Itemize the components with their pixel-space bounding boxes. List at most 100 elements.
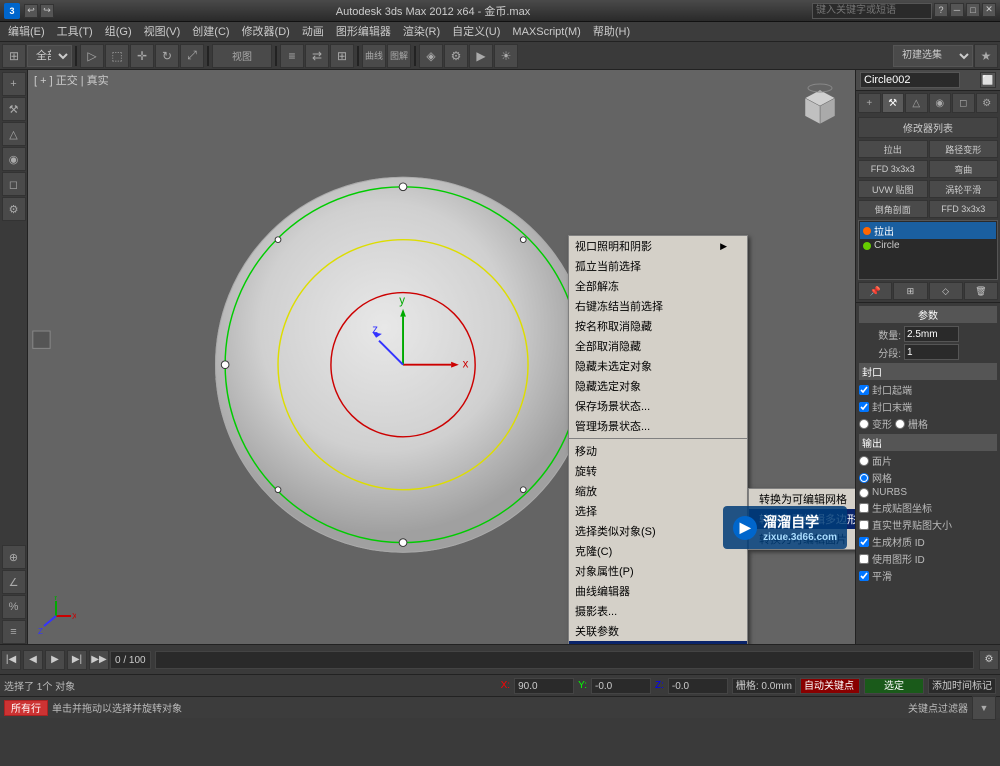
show-end-btn[interactable]: ⊞	[893, 282, 927, 300]
timeline-play-btn[interactable]: ▶	[45, 650, 65, 670]
align-btn[interactable]: ⊞	[330, 44, 354, 68]
object-name-input[interactable]: Circle002	[860, 72, 960, 88]
menu-render[interactable]: 渲染(R)	[397, 22, 446, 42]
help-btn[interactable]: ?	[934, 3, 948, 17]
remove-mod-btn[interactable]: 🗑	[964, 282, 998, 300]
ctx-unhide-name[interactable]: 按名称取消隐藏	[569, 316, 747, 336]
snaps-btn[interactable]: ⊕	[2, 545, 26, 569]
display-tab-btn[interactable]: ◻	[2, 172, 26, 196]
timeline-start-btn[interactable]: |◀	[1, 650, 21, 670]
undo-btn[interactable]: ↩	[24, 4, 38, 18]
scale-btn[interactable]: ⤢	[180, 44, 204, 68]
create-tab-btn[interactable]: +	[2, 72, 26, 96]
timeline-bar[interactable]	[155, 651, 974, 669]
count-input[interactable]	[904, 326, 959, 342]
build-select-dropdown[interactable]: 初建选集	[893, 45, 973, 67]
ctx-clone[interactable]: 克隆(C)	[569, 541, 747, 561]
material-editor-btn[interactable]: ◈	[419, 44, 443, 68]
mod-btn-ffd1[interactable]: FFD 3x3x3	[858, 160, 928, 178]
menu-customize[interactable]: 自定义(U)	[446, 22, 506, 42]
ctx-select-similar[interactable]: 选择类似对象(S)	[569, 521, 747, 541]
modifier-extrude-item[interactable]: 拉出	[860, 222, 996, 239]
add-time-marker[interactable]: 添加时间标记	[928, 678, 996, 694]
search-input[interactable]	[812, 3, 932, 19]
close-btn[interactable]: ✕	[982, 3, 996, 17]
gen-coords-checkbox[interactable]	[859, 503, 869, 513]
ctx-scale[interactable]: 缩放	[569, 481, 747, 501]
named-sel-btn[interactable]: ★	[974, 44, 998, 68]
motion-tab[interactable]: ◉	[929, 93, 952, 113]
menu-graph-editors[interactable]: 图形编辑器	[330, 22, 397, 42]
display-tab[interactable]: ◻	[952, 93, 975, 113]
mod-btn-bend[interactable]: 弯曲	[929, 160, 999, 178]
timeline-next-btn[interactable]: ▶|	[67, 650, 87, 670]
menu-group[interactable]: 组(G)	[99, 22, 138, 42]
x-field[interactable]: 90.0	[514, 678, 574, 694]
z-field[interactable]: -0.0	[668, 678, 728, 694]
ctx-unhide-all[interactable]: 全部取消隐藏	[569, 336, 747, 356]
ctx-viewport-lighting[interactable]: 视口照明和阴影 ▶	[569, 236, 747, 256]
minimize-btn[interactable]: ─	[950, 3, 964, 17]
timeline-prev-btn[interactable]: ◀	[23, 650, 43, 670]
ctx-hide-unselected[interactable]: 隐藏未选定对象	[569, 356, 747, 376]
cap-start-checkbox[interactable]	[859, 385, 869, 395]
ctx-curve-editor[interactable]: 曲线编辑器	[569, 581, 747, 601]
mod-btn-pathdeform[interactable]: 路径变形	[929, 140, 999, 158]
viewcube[interactable]	[795, 80, 845, 130]
menu-maxscript[interactable]: MAXScript(M)	[506, 22, 586, 42]
spinner-snap-btn[interactable]: ≡	[2, 620, 26, 644]
mod-btn-turbosmooth[interactable]: 涡轮平滑	[929, 180, 999, 198]
smooth-checkbox[interactable]	[859, 571, 869, 581]
ctx-rotate[interactable]: 旋转	[569, 461, 747, 481]
mod-btn-uvw[interactable]: UVW 贴图	[858, 180, 928, 198]
modifier-circle-item[interactable]: Circle	[860, 239, 996, 252]
menu-edit[interactable]: 编辑(E)	[2, 22, 51, 42]
all-in-row-btn[interactable]: 所有行	[4, 700, 48, 716]
menu-views[interactable]: 视图(V)	[138, 22, 187, 42]
schematic-btn[interactable]: 图解	[387, 44, 411, 68]
mod-btn-bevelprofile[interactable]: 倒角剖面	[858, 200, 928, 218]
move-btn[interactable]: ✛	[130, 44, 154, 68]
ctx-select[interactable]: 选择	[569, 501, 747, 521]
curve-editor-btn[interactable]: 曲线	[362, 44, 386, 68]
y-field[interactable]: -0.0	[591, 678, 651, 694]
select-region-btn[interactable]: ⬚	[105, 44, 129, 68]
face-radio[interactable]	[859, 456, 869, 466]
mirror-btn[interactable]: ⇄	[305, 44, 329, 68]
key-filter-btn[interactable]: ▼	[972, 696, 996, 720]
ctx-convert-to[interactable]: 转换为 ▶	[569, 641, 747, 644]
ctx-dope-sheet[interactable]: 摄影表...	[569, 601, 747, 621]
reference-coord-btn[interactable]: 视图	[212, 44, 272, 68]
select-object-btn[interactable]: ▷	[80, 44, 104, 68]
gen-mat-checkbox[interactable]	[859, 537, 869, 547]
key-filters-btn[interactable]: ⚙	[979, 650, 999, 670]
modifier-list-header[interactable]: 修改器列表	[858, 117, 998, 138]
ctx-object-props[interactable]: 对象属性(P)	[569, 561, 747, 581]
menu-animation[interactable]: 动画	[296, 22, 330, 42]
active-shade-btn[interactable]: ☀	[494, 44, 518, 68]
motion-tab-btn[interactable]: ◉	[2, 147, 26, 171]
redo-btn[interactable]: ↪	[40, 4, 54, 18]
select-filter-dropdown[interactable]: 全部	[27, 45, 72, 67]
use-shape-checkbox[interactable]	[859, 520, 869, 530]
viewport-area[interactable]: [ + ] 正交 | 真实	[28, 70, 855, 644]
make-unique-btn[interactable]: ◇	[929, 282, 963, 300]
menu-help[interactable]: 帮助(H)	[587, 22, 636, 42]
ctx-isolate[interactable]: 孤立当前选择	[569, 256, 747, 276]
percent-snap-btn[interactable]: %	[2, 595, 26, 619]
modify-tab[interactable]: ⚒	[882, 93, 905, 113]
pin-stack-btn[interactable]: 📌	[858, 282, 892, 300]
mod-btn-ffd2[interactable]: FFD 3x3x3	[929, 200, 999, 218]
auto-key-btn[interactable]: 自动关键点	[800, 678, 860, 694]
rp-header-btn[interactable]: ⬜	[980, 72, 996, 88]
mesh-radio[interactable]	[859, 473, 869, 483]
ctx-save-scene[interactable]: 保存场景状态...	[569, 396, 747, 416]
modify-tab-btn[interactable]: ⚒	[2, 97, 26, 121]
ctx-unfreeze-all[interactable]: 全部解冻	[569, 276, 747, 296]
render-setup-btn[interactable]: ⚙	[444, 44, 468, 68]
rotate-btn[interactable]: ↻	[155, 44, 179, 68]
utilities-tab-btn[interactable]: ⚙	[2, 197, 26, 221]
segments-input[interactable]	[904, 344, 959, 360]
utilities-tab[interactable]: ⚙	[976, 93, 999, 113]
selected-key-field[interactable]: 选定	[864, 678, 924, 694]
